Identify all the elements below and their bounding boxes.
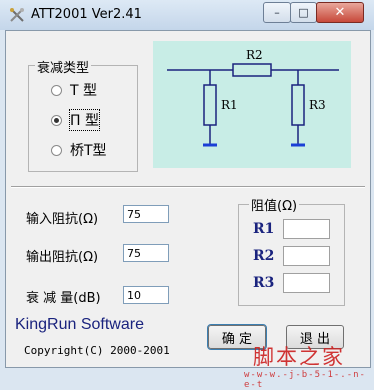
copyright-text: Copyright(C) 2000-2001	[24, 344, 170, 357]
radio-t-type[interactable]: T 型	[51, 80, 97, 100]
brand-text: KingRun Software	[15, 316, 144, 333]
section-divider	[11, 186, 365, 188]
input-impedance-label: 输入阻抗(Ω)	[26, 212, 99, 227]
attenuation-field[interactable]	[123, 286, 169, 304]
output-impedance-field[interactable]	[123, 244, 169, 262]
ok-button-label: 确 定	[221, 331, 253, 347]
radio-t-indicator[interactable]	[51, 84, 62, 96]
title-bar: ATT2001 Ver2.41 – □ ✕	[0, 0, 374, 30]
main-panel: 衰减类型 T 型 Π 型 桥T型 R2 R1 R3 输入阻抗(Ω) 75 输出阻…	[5, 30, 371, 390]
radio-bridge-t-type[interactable]: 桥T型	[51, 140, 107, 160]
close-button[interactable]: ✕	[316, 2, 364, 23]
attenuation-label: 衰 减 量(dB)	[26, 291, 101, 306]
radio-t-label: T 型	[70, 83, 98, 99]
radio-pi-type[interactable]: Π 型	[51, 109, 100, 131]
tools-app-icon	[10, 8, 24, 22]
input-impedance-field[interactable]	[123, 205, 169, 223]
label-r1: R1	[221, 98, 238, 112]
maximize-icon: □	[298, 6, 309, 19]
attenuation-type-legend: 衰减类型	[35, 57, 92, 76]
radio-bridge-t-indicator[interactable]	[51, 144, 62, 156]
radio-bridge-t-label: 桥T型	[70, 143, 107, 159]
window-title: ATT2001 Ver2.41	[31, 7, 142, 22]
watermark-main: 脚本之家	[253, 345, 345, 369]
watermark-sub: w-w-w.-j-b-5-1-.-n-e-t	[244, 370, 366, 390]
r1-label: R1	[253, 221, 275, 237]
r2-label: R2	[253, 248, 275, 264]
radio-pi-label: Π 型	[69, 109, 100, 131]
resistance-legend: 阻值(Ω)	[249, 195, 300, 214]
r2-value-field[interactable]	[283, 246, 330, 266]
maximize-button[interactable]: □	[290, 2, 317, 23]
attenuation-type-group: 衰减类型 T 型 Π 型 桥T型	[28, 57, 138, 172]
output-impedance-label: 输出阻抗(Ω)	[26, 250, 99, 265]
radio-pi-indicator[interactable]	[51, 114, 62, 126]
minimize-button[interactable]: –	[263, 2, 291, 23]
r3-label: R3	[253, 275, 275, 291]
circuit-diagram: R2 R1 R3	[153, 41, 351, 168]
label-r3: R3	[309, 98, 326, 112]
r1-value-field[interactable]	[283, 219, 330, 239]
close-icon: ✕	[334, 5, 346, 20]
label-r2: R2	[246, 48, 263, 62]
r3-value-field[interactable]	[283, 273, 330, 293]
resistance-group: 阻值(Ω) R1 R2 R3	[238, 195, 345, 306]
minimize-icon: –	[274, 6, 280, 19]
